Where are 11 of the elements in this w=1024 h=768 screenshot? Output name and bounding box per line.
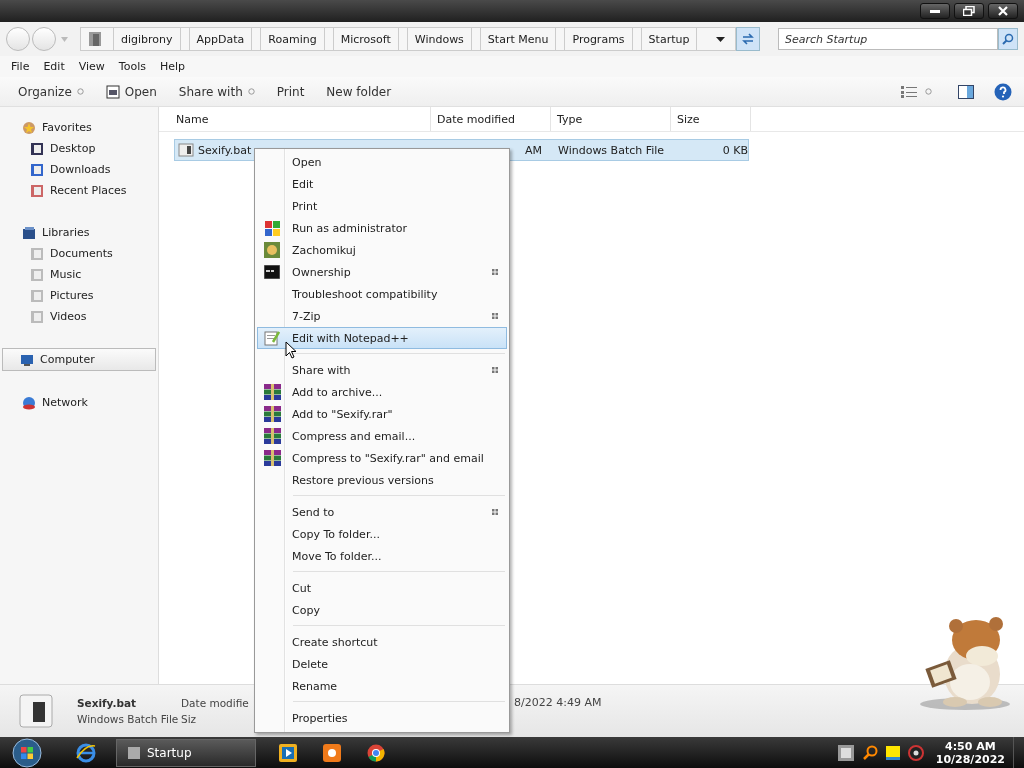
- table-cell: Windows Batch File: [558, 143, 665, 157]
- date-text: 10/28/2022: [935, 752, 1005, 766]
- file-name: Sexify.bat: [198, 143, 252, 157]
- file-name: Sexify.bat: [77, 697, 137, 709]
- file-type: Windows Batch File: [77, 713, 179, 725]
- time-text: 4:50 AM: [945, 739, 996, 753]
- date-label: Date modifie: [181, 697, 249, 709]
- table-cell: 0 KB: [722, 143, 748, 157]
- date-value: 8/2022 4:49 AM: [514, 695, 602, 709]
- size-label: Siz: [181, 713, 197, 725]
- table-cell: AM: [525, 143, 542, 157]
